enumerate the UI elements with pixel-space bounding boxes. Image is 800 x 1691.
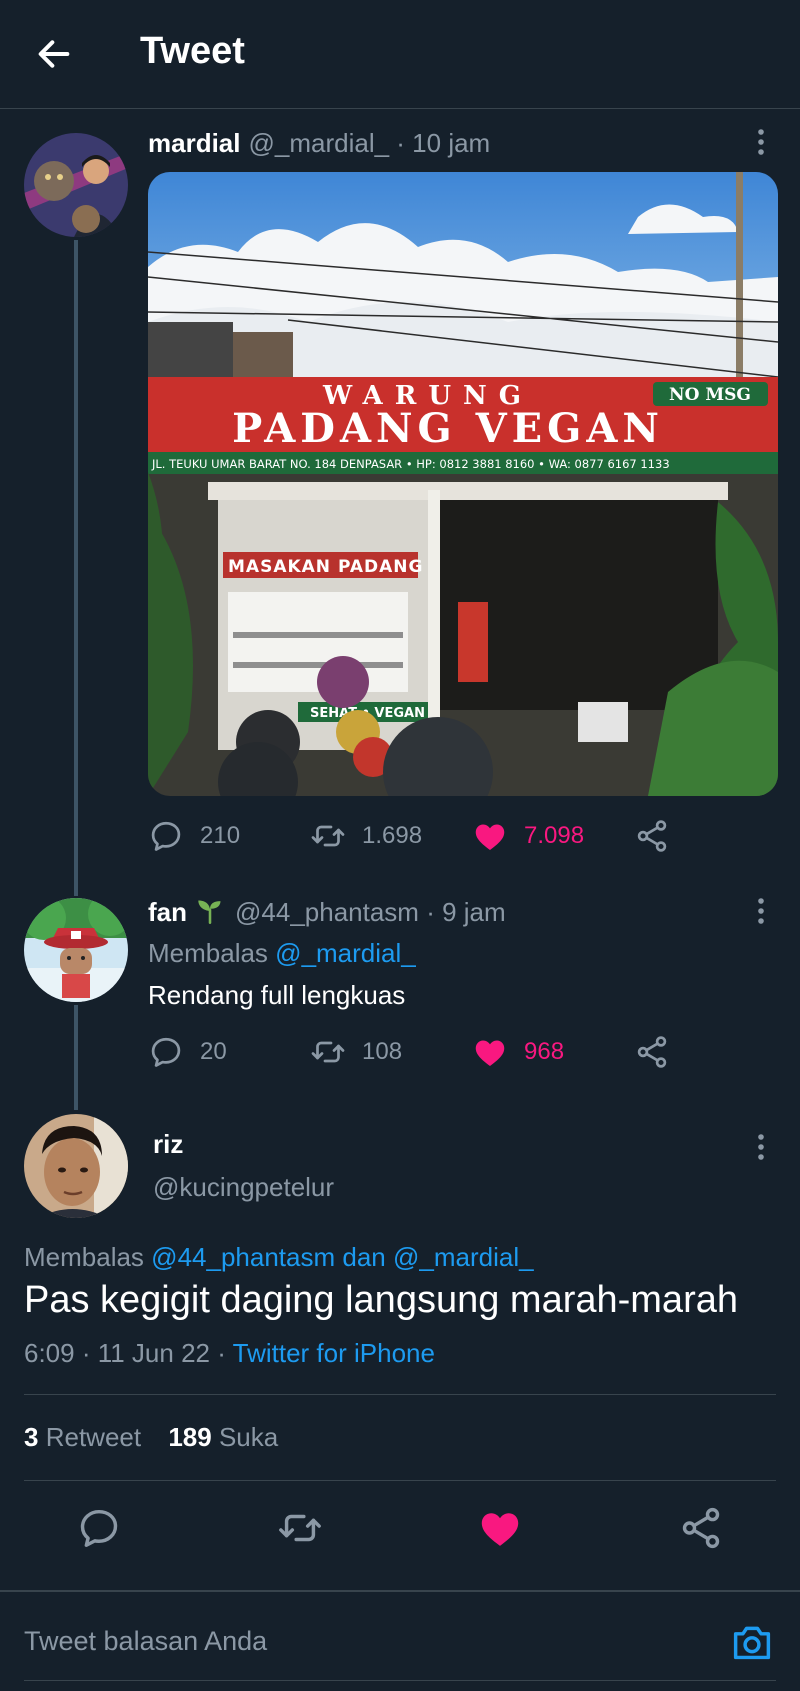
mention-link[interactable]: @_mardial_	[393, 1242, 534, 1272]
mention-link[interactable]: @44_phantasm	[151, 1242, 335, 1272]
reply-count: 20	[200, 1038, 227, 1065]
share-button[interactable]	[634, 816, 670, 856]
retweet-icon	[310, 1034, 346, 1070]
camera-icon[interactable]	[730, 1622, 774, 1662]
share-button[interactable]	[634, 1032, 670, 1072]
replying-to: Membalas @_mardial_	[148, 938, 416, 969]
sprout-emoji-icon	[198, 900, 221, 924]
sign-nomsg-text: NO MSG	[669, 385, 751, 405]
like-button[interactable]: 7.098	[472, 816, 584, 856]
retweet-count: 108	[362, 1038, 403, 1065]
back-arrow-icon[interactable]	[34, 34, 74, 74]
tweet-text: Rendang full lengkuas	[148, 980, 406, 1010]
retweet-total: 3	[24, 1422, 39, 1452]
reply-icon[interactable]	[76, 1505, 122, 1551]
sign-main-text: PADANG VEGAN	[232, 405, 664, 452]
more-icon[interactable]	[751, 896, 771, 926]
tweet-meta: 6:09 · 11 Jun 22 · Twitter for iPhone	[24, 1338, 435, 1369]
heart-icon[interactable]	[477, 1505, 523, 1551]
more-icon[interactable]	[751, 127, 771, 157]
reply-button[interactable]: 20	[148, 1032, 227, 1072]
reply-icon	[148, 818, 184, 854]
tweet-source-link[interactable]: Twitter for iPhone	[233, 1338, 435, 1368]
retweet-stat[interactable]: 3 Retweet	[24, 1422, 148, 1452]
replying-label: Membalas	[148, 938, 268, 968]
reply-button[interactable]: 210	[148, 816, 240, 856]
retweet-button[interactable]: 1.698	[310, 816, 422, 856]
divider	[24, 1394, 776, 1395]
retweet-button[interactable]: 108	[310, 1032, 402, 1072]
timestamp[interactable]: · 9 jam	[426, 897, 505, 927]
top-bar: Tweet	[0, 0, 800, 109]
replying-joiner: dan	[342, 1242, 386, 1272]
reply-bar-top-border	[0, 1590, 800, 1592]
share-icon	[634, 1034, 670, 1070]
sign-masakan-text: MASAKAN PADANG	[228, 557, 423, 577]
sign-address-text: JL. TEUKU UMAR BARAT NO. 184 DENPASAR • …	[151, 457, 670, 471]
avatar-fan[interactable]	[24, 898, 128, 1002]
page-title: Tweet	[140, 30, 245, 72]
replying-to: Membalas @44_phantasm dan @_mardial_	[24, 1242, 534, 1273]
reply-count: 210	[200, 822, 241, 849]
tweet-header: fan @44_phantasm · 9 jam	[148, 897, 506, 928]
share-icon[interactable]	[678, 1505, 724, 1551]
display-name[interactable]: fan	[148, 897, 187, 927]
like-button[interactable]: 968	[472, 1032, 564, 1072]
display-name[interactable]: mardial	[148, 128, 241, 158]
tweet-actions: 210 1.698 7.098	[148, 816, 688, 856]
retweet-stat-label: Retweet	[45, 1422, 142, 1452]
heart-icon	[472, 1034, 508, 1070]
thread-line	[74, 240, 78, 896]
reply-input-underline	[24, 1680, 776, 1681]
reply-icon	[148, 1034, 184, 1070]
like-stat[interactable]: 189 Suka	[168, 1422, 278, 1452]
display-name[interactable]: riz	[153, 1129, 183, 1160]
like-total: 189	[168, 1422, 212, 1452]
like-count: 968	[524, 1038, 565, 1065]
replying-label: Membalas	[24, 1242, 144, 1272]
timestamp[interactable]: · 10 jam	[396, 128, 490, 158]
tweet-header: mardial @_mardial_ · 10 jam	[148, 128, 490, 159]
retweet-icon	[310, 818, 346, 854]
avatar-riz[interactable]	[24, 1114, 128, 1218]
avatar-mardial[interactable]	[24, 133, 128, 237]
retweet-icon[interactable]	[277, 1505, 323, 1551]
timestamp[interactable]: 6:09 · 11 Jun 22 ·	[24, 1338, 226, 1368]
tweet-text: Pas kegigit daging langsung marah-marah	[24, 1279, 738, 1321]
tweet-photo[interactable]: WARUNG PADANG VEGAN NO MSG JL. TEUKU UMA…	[148, 172, 778, 796]
like-count: 7.098	[524, 822, 585, 849]
more-icon[interactable]	[751, 1132, 771, 1162]
heart-icon	[472, 818, 508, 854]
share-icon	[634, 818, 670, 854]
tweet-actions: 20 108 968	[148, 1032, 688, 1072]
engagement-stats: 3 Retweet 189 Suka	[24, 1422, 278, 1453]
username[interactable]: @_mardial_	[249, 128, 390, 158]
retweet-count: 1.698	[362, 822, 423, 849]
like-stat-label: Suka	[218, 1422, 279, 1452]
reply-input[interactable]: Tweet balasan Anda	[24, 1626, 267, 1657]
divider	[24, 1480, 776, 1481]
mention-link[interactable]: @_mardial_	[275, 938, 416, 968]
username[interactable]: @44_phantasm	[235, 897, 419, 927]
thread-line	[74, 1005, 78, 1110]
username[interactable]: @kucingpetelur	[153, 1172, 334, 1203]
